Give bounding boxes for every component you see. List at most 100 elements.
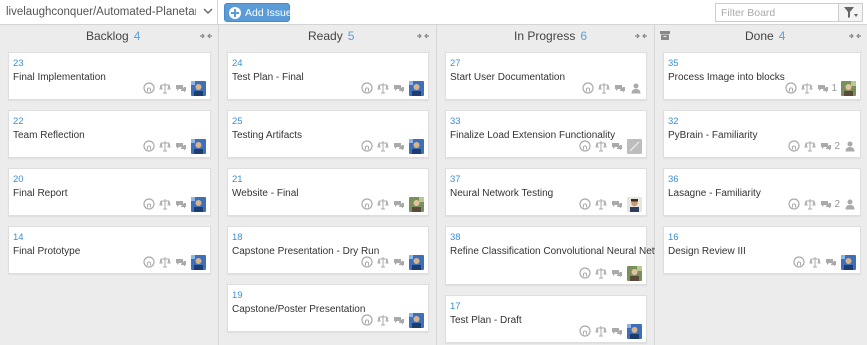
github-icon[interactable] [361, 198, 373, 210]
avatar[interactable] [627, 138, 642, 154]
issue-card[interactable]: 25 Testing Artifacts [227, 110, 429, 158]
comments-icon[interactable] [817, 82, 829, 94]
github-icon[interactable] [788, 140, 801, 152]
issue-card[interactable]: 20 Final Report [8, 168, 211, 216]
collapse-icon[interactable] [635, 31, 647, 41]
comments-icon[interactable] [393, 198, 405, 210]
issue-number[interactable]: 14 [13, 232, 24, 243]
issue-card[interactable]: 27 Start User Documentation [445, 52, 647, 100]
scale-icon[interactable] [377, 256, 389, 268]
issue-title[interactable]: Neural Network Testing [450, 188, 553, 199]
scale-icon[interactable] [595, 325, 607, 337]
issue-number[interactable]: 23 [13, 58, 24, 69]
issue-number[interactable]: 16 [668, 232, 679, 243]
comments-icon[interactable] [393, 140, 405, 152]
issue-number[interactable]: 32 [668, 116, 679, 127]
avatar[interactable] [409, 138, 424, 154]
filter-button[interactable] [839, 3, 863, 22]
issue-card[interactable]: 22 Team Reflection [8, 110, 211, 158]
user-icon[interactable] [630, 82, 642, 94]
issue-title[interactable]: Team Reflection [13, 130, 85, 141]
github-icon[interactable] [361, 82, 373, 94]
issue-card[interactable]: 35 Process Image into blocks 1 [663, 52, 861, 100]
issue-title[interactable]: Start User Documentation [450, 72, 565, 83]
issue-card[interactable]: 16 Design Review III [663, 226, 861, 274]
issue-card[interactable]: 37 Neural Network Testing [445, 168, 647, 216]
issue-title[interactable]: Test Plan - Draft [450, 315, 522, 326]
avatar[interactable] [627, 323, 642, 339]
avatar[interactable] [841, 80, 856, 96]
issue-card[interactable]: 21 Website - Final [227, 168, 429, 216]
comments-icon[interactable] [393, 314, 405, 326]
issue-card[interactable]: 17 Test Plan - Draft [445, 295, 647, 343]
avatar[interactable] [409, 80, 424, 96]
comments-icon[interactable] [611, 140, 623, 152]
issue-title[interactable]: Process Image into blocks [668, 72, 785, 83]
avatar[interactable] [191, 80, 206, 96]
issue-number[interactable]: 17 [450, 301, 461, 312]
issue-card[interactable]: 36 Lasagne - Familiarity 2 [663, 168, 861, 216]
comments-icon[interactable] [393, 256, 405, 268]
scale-icon[interactable] [159, 198, 171, 210]
issue-number[interactable]: 21 [232, 174, 243, 185]
issue-title[interactable]: Final Prototype [13, 246, 80, 257]
comments-icon[interactable] [825, 256, 837, 268]
issue-title[interactable]: Website - Final [232, 188, 299, 199]
collapse-icon[interactable] [849, 31, 861, 41]
filter-board-input[interactable] [716, 4, 838, 21]
scale-icon[interactable] [159, 140, 171, 152]
github-icon[interactable] [143, 256, 155, 268]
comments-icon[interactable] [611, 198, 623, 210]
issue-card[interactable]: 23 Final Implementation [8, 52, 211, 100]
issue-number[interactable]: 38 [450, 232, 461, 243]
github-icon[interactable] [579, 198, 591, 210]
issue-title[interactable]: Lasagne - Familiarity [668, 188, 761, 199]
scale-icon[interactable] [377, 198, 389, 210]
avatar[interactable] [191, 196, 206, 212]
issue-number[interactable]: 37 [450, 174, 461, 185]
comments-icon[interactable] [614, 82, 626, 94]
github-icon[interactable] [143, 198, 155, 210]
scale-icon[interactable] [159, 256, 171, 268]
github-icon[interactable] [361, 256, 373, 268]
issue-number[interactable]: 36 [668, 174, 679, 185]
archive-icon[interactable] [660, 31, 670, 40]
issue-number[interactable]: 27 [450, 58, 461, 69]
github-icon[interactable] [579, 140, 591, 152]
avatar[interactable] [627, 196, 642, 212]
issue-title[interactable]: PyBrain - Familiarity [668, 130, 757, 141]
github-icon[interactable] [579, 325, 591, 337]
issue-number[interactable]: 18 [232, 232, 243, 243]
scale-icon[interactable] [377, 314, 389, 326]
issue-card[interactable]: 24 Test Plan - Final [227, 52, 429, 100]
issue-number[interactable]: 24 [232, 58, 243, 69]
comments-icon[interactable] [175, 198, 187, 210]
comments-icon[interactable] [393, 82, 405, 94]
scale-icon[interactable] [595, 140, 607, 152]
avatar[interactable] [409, 254, 424, 270]
user-icon[interactable] [844, 140, 856, 152]
comments-icon[interactable] [175, 82, 187, 94]
scale-icon[interactable] [159, 82, 171, 94]
scale-icon[interactable] [377, 82, 389, 94]
github-icon[interactable] [785, 82, 798, 94]
github-icon[interactable] [361, 140, 373, 152]
issue-title[interactable]: Final Implementation [13, 72, 106, 83]
comments-icon[interactable] [611, 267, 623, 279]
avatar[interactable] [841, 254, 856, 270]
issue-card[interactable]: 33 Finalize Load Extension Functionality [445, 110, 647, 158]
comments-icon[interactable] [175, 140, 187, 152]
scale-icon[interactable] [595, 267, 607, 279]
issue-card[interactable]: 32 PyBrain - Familiarity 2 [663, 110, 861, 158]
scale-icon[interactable] [804, 140, 817, 152]
issue-number[interactable]: 33 [450, 116, 461, 127]
comments-icon[interactable] [820, 140, 832, 152]
issue-number[interactable]: 19 [232, 290, 243, 301]
github-icon[interactable] [788, 198, 801, 210]
issue-title[interactable]: Test Plan - Final [232, 72, 304, 83]
scale-icon[interactable] [801, 82, 814, 94]
issue-title[interactable]: Capstone/Poster Presentation [232, 304, 365, 315]
avatar[interactable] [191, 254, 206, 270]
github-icon[interactable] [361, 314, 373, 326]
issue-title[interactable]: Design Review III [668, 246, 746, 257]
